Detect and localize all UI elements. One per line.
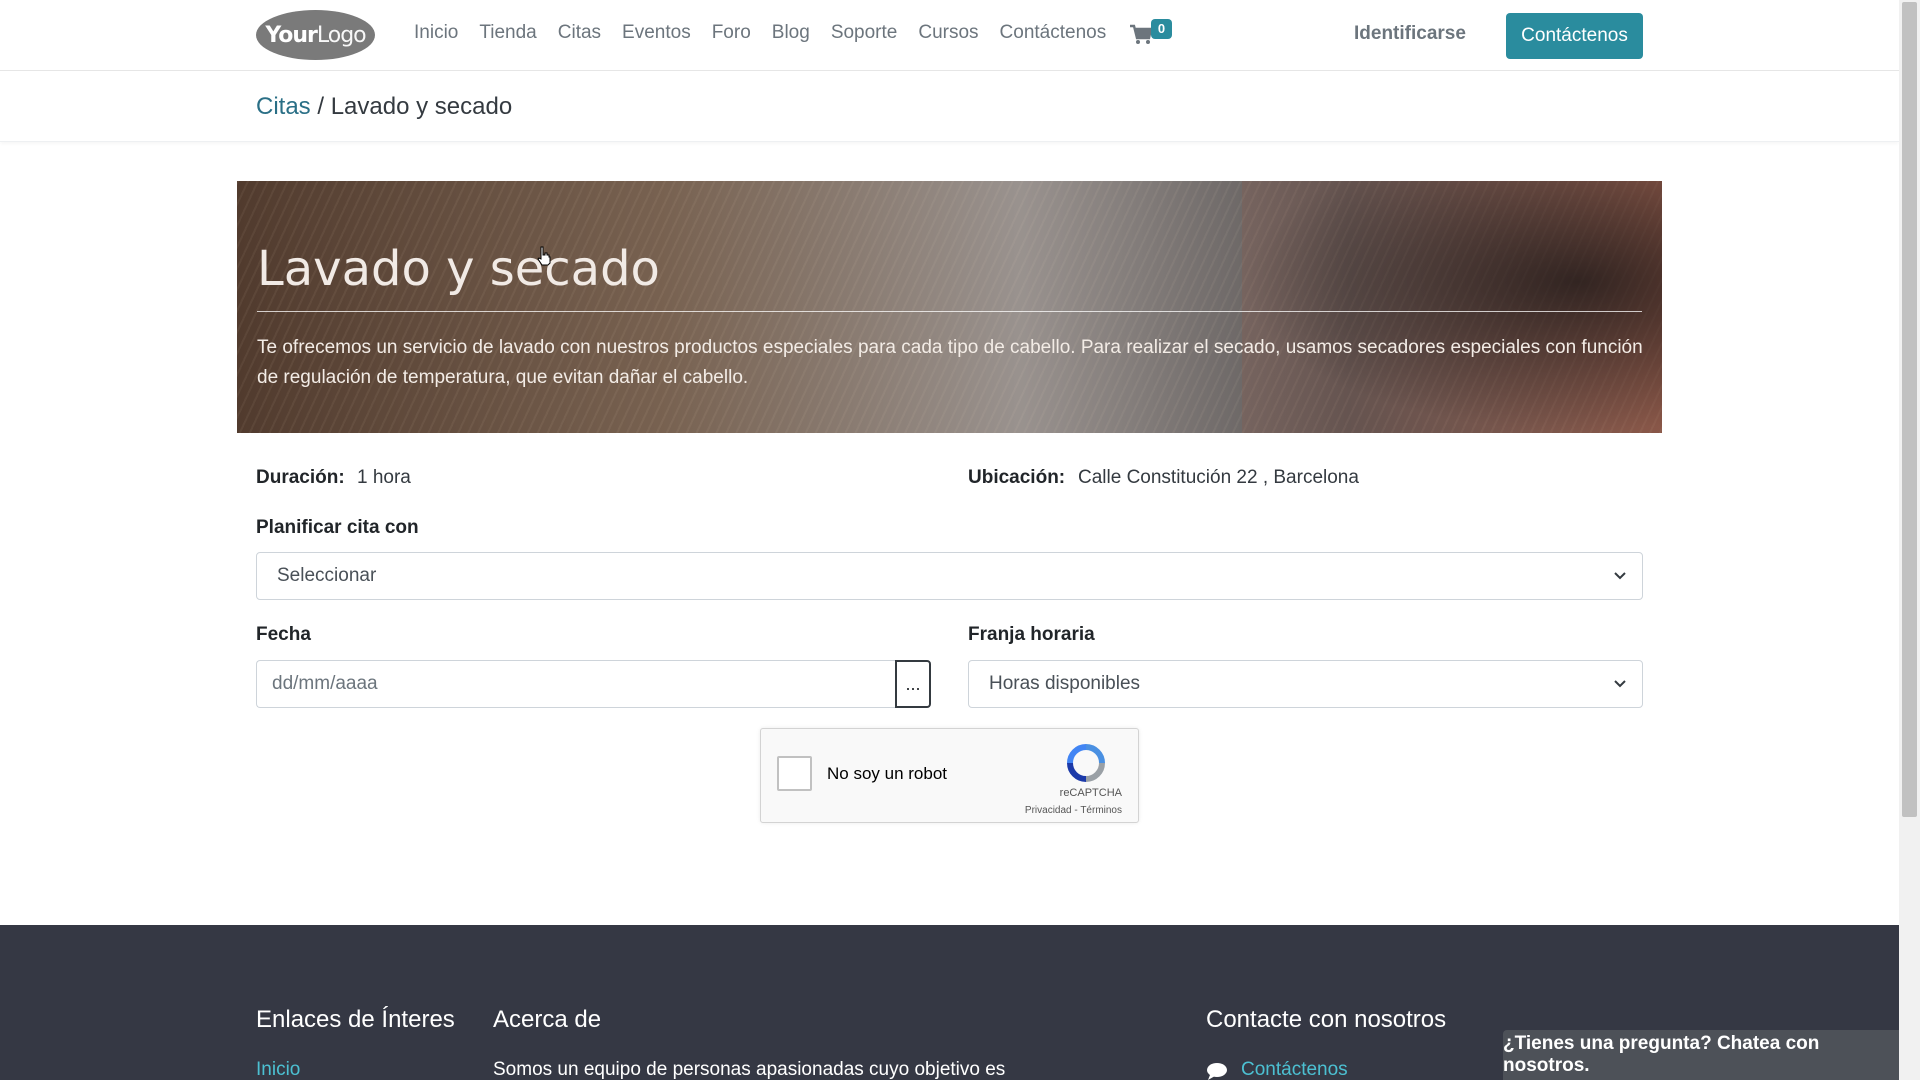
duration-value: 1 hora	[357, 467, 411, 488]
cart-count-badge: 0	[1151, 19, 1172, 39]
staff-select[interactable]: Seleccionar	[256, 552, 1643, 600]
nav-item-tienda[interactable]: Tienda	[479, 22, 536, 44]
footer-about-title: Acerca de	[493, 1006, 602, 1033]
footer-link-inicio[interactable]: Inicio	[256, 1059, 300, 1080]
recaptcha-label: No soy un robot	[827, 764, 948, 783]
service-hero-banner: Lavado y secado Te ofrecemos un servicio…	[237, 181, 1662, 433]
chevron-down-icon	[1614, 680, 1626, 688]
recaptcha-links[interactable]: Privacidad - Términos	[1025, 805, 1122, 816]
nav-item-cursos[interactable]: Cursos	[918, 22, 978, 44]
breadcrumb: Citas / Lavado y secado	[256, 93, 512, 121]
recaptcha-widget: No soy un robot reCAPTCHA Privacidad - T…	[760, 728, 1139, 823]
chevron-down-icon	[1614, 572, 1626, 580]
breadcrumb-current: Lavado y secado	[330, 93, 513, 120]
nav-item-soporte[interactable]: Soporte	[831, 22, 898, 44]
live-chat-button[interactable]: ¿Tienes una pregunta? Chatea con nosotro…	[1503, 1030, 1907, 1080]
company-logo[interactable]: Your Logo	[256, 10, 375, 60]
contact-button[interactable]: Contáctenos	[1506, 13, 1643, 59]
date-placeholder: dd/mm/aaaa	[272, 673, 378, 694]
footer-contact-title: Contacte con nosotros	[1206, 1006, 1447, 1033]
footer-about-text: Somos un equipo de personas apasionadas …	[493, 1059, 1006, 1080]
recaptcha-checkbox[interactable]	[777, 756, 812, 791]
service-title: Lavado y secado	[257, 241, 660, 297]
footer-link-contactenos[interactable]: Contáctenos	[1241, 1059, 1348, 1080]
date-picker-button[interactable]: ...	[895, 660, 931, 708]
location-label: Ubicación:	[968, 467, 1066, 488]
nav-item-foro[interactable]: Foro	[712, 22, 751, 44]
footer-links-title: Enlaces de Ínteres	[256, 1006, 455, 1033]
breadcrumb-separator: /	[310, 93, 331, 120]
nav-item-inicio[interactable]: Inicio	[414, 22, 458, 44]
timeslot-select[interactable]: Horas disponibles	[968, 660, 1643, 708]
recaptcha-brand: reCAPTCHA	[1059, 787, 1122, 799]
main-nav: Inicio Tienda Citas Eventos Foro Blog So…	[414, 22, 1127, 44]
timeslot-label: Franja horaria	[968, 624, 1095, 645]
date-label: Fecha	[256, 624, 311, 645]
duration-label: Duración:	[256, 467, 345, 488]
service-description: Te ofrecemos un servicio de lavado con n…	[257, 337, 1643, 388]
nav-item-eventos[interactable]: Eventos	[622, 22, 691, 44]
timeslot-select-value: Horas disponibles	[989, 673, 1141, 694]
hand-cursor-icon	[537, 246, 551, 266]
signin-link[interactable]: Identificarse	[1354, 23, 1466, 45]
staff-select-value: Seleccionar	[277, 565, 377, 586]
nav-item-citas[interactable]: Citas	[558, 22, 601, 44]
hero-divider	[257, 311, 1642, 312]
cart-icon[interactable]	[1129, 24, 1153, 46]
breadcrumb-link-citas[interactable]: Citas	[256, 93, 311, 120]
comment-icon	[1207, 1063, 1227, 1080]
nav-item-contactenos[interactable]: Contáctenos	[1000, 22, 1107, 44]
date-field[interactable]: dd/mm/aaaa	[256, 660, 896, 708]
location-value: Calle Constitución 22 , Barcelona	[1078, 467, 1359, 488]
nav-item-blog[interactable]: Blog	[772, 22, 810, 44]
scrollbar-thumb[interactable]	[1902, 2, 1917, 817]
recaptcha-logo-icon	[1067, 744, 1105, 782]
staff-label: Planificar cita con	[256, 517, 419, 538]
